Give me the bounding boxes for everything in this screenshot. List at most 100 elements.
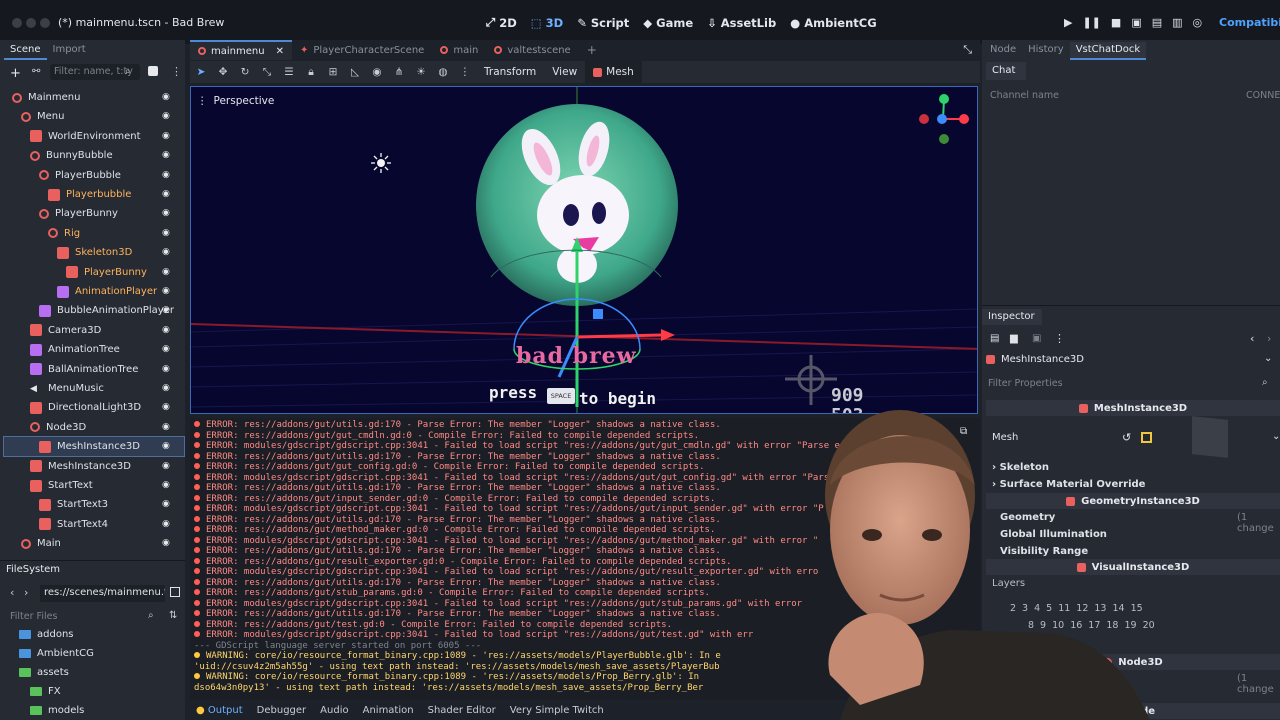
open-folder-icon[interactable]: ▆ [1010,333,1018,344]
forward-icon[interactable]: › [24,586,28,599]
tab-output[interactable]: ● Output [196,705,243,716]
file-item[interactable]: addons [0,625,185,644]
tree-node[interactable]: MeshInstance3D ◉ [4,457,184,476]
tree-node[interactable]: PlayerBunny ◉ [4,204,184,223]
file-item[interactable]: models [0,701,185,720]
tab-mainmenu[interactable]: mainmenu ✕ [190,40,292,60]
tree-node[interactable]: Rig ◉ [4,224,184,243]
visibility-eye-icon[interactable]: ◉ [162,364,172,374]
visibility-eye-icon[interactable]: ◉ [162,441,172,451]
movie-maker-icon[interactable]: ◎ [1193,16,1203,29]
visibility-eye-icon[interactable]: ◉ [162,228,172,238]
visibility-eye-icon[interactable]: ◉ [162,92,172,102]
lock-icon[interactable]: 🔒︎ [300,66,322,79]
tree-node[interactable]: DirectionalLight3D ◉ [4,398,184,417]
nav-ambientcg[interactable]: ● AmbientCG [790,15,876,30]
tree-node[interactable]: Main ◉ [4,534,184,553]
visibility-eye-icon[interactable]: ◉ [162,247,172,257]
tree-node[interactable]: PlayerBunny ◉ [4,263,184,282]
tree-node[interactable]: StartText ◉ [4,476,184,495]
rotate-tool-icon[interactable]: ↻ [234,66,256,78]
tree-node[interactable]: PlayerBubble ◉ [4,166,184,185]
split-view-icon[interactable] [170,587,180,597]
tree-node[interactable]: BubbleAnimationPlayer ◉ [4,301,184,320]
filter-files-input[interactable]: Filter Files [10,611,57,622]
tree-node[interactable]: Camera3D ◉ [4,321,184,340]
back-icon[interactable]: ‹ [10,586,14,599]
tab-inspector[interactable]: Inspector [982,309,1042,325]
sun-preview-icon[interactable]: ☀ [410,66,432,78]
play-scene-icon[interactable]: ▤ [1152,16,1162,29]
sort-icon[interactable]: ⇅ [169,610,177,621]
close-icon[interactable]: ✕ [276,46,284,57]
visibility-eye-icon[interactable]: ◉ [162,402,172,412]
tab-very-simple-twitch[interactable]: Very Simple Twitch [510,705,604,716]
filter-properties-input[interactable]: Filter Properties [988,378,1063,389]
nav-game[interactable]: ◆ Game [643,15,693,30]
tab-history[interactable]: History [1022,42,1070,60]
tree-node[interactable]: Playerbubble ◉ [4,185,184,204]
maximize-window-button[interactable] [40,18,50,28]
tab-chat[interactable]: Chat [986,62,1026,80]
visibility-eye-icon[interactable]: ◉ [162,480,172,490]
transform-menu[interactable]: Transform [476,66,544,78]
nav-2d[interactable]: ⤢ 2D [486,15,517,30]
visibility-eye-icon[interactable]: ◉ [162,189,172,199]
tree-node[interactable]: AnimationTree ◉ [4,340,184,359]
tab-import[interactable]: Import [47,42,92,60]
viewport-3d[interactable]: ⋮ Perspective bad brew press SPACE to beg… [190,86,978,414]
visibility-eye-icon[interactable]: ◉ [162,461,172,471]
history-back-icon[interactable]: ‹ [1250,332,1254,345]
tab-main[interactable]: main [432,40,486,60]
nav-assetlib[interactable]: ⇩ AssetLib [707,15,776,30]
scale-tool-icon[interactable]: ⤡ [256,66,278,79]
environment-preview-icon[interactable]: ◍ [432,66,454,78]
tab-playercharacterscene[interactable]: ✦ PlayerCharacterScene [292,40,432,60]
visibility-eye-icon[interactable]: ◉ [162,305,172,315]
visibility-eye-icon[interactable]: ◉ [162,499,172,509]
visibility-eye-icon[interactable]: ◉ [162,422,172,432]
nav-3d[interactable]: ⬚ 3D [531,15,563,30]
minimize-window-button[interactable] [26,18,36,28]
tree-node[interactable]: WorldEnvironment ◉ [4,127,184,146]
tab-vstchatdock[interactable]: VstChatDock [1069,42,1147,60]
play-icon[interactable]: ▶ [1064,16,1072,29]
visibility-eye-icon[interactable]: ◉ [162,267,172,277]
visibility-eye-icon[interactable]: ◉ [162,286,172,296]
view-menu[interactable]: View [544,66,585,78]
history-forward-icon[interactable]: › [1267,332,1271,345]
select-tool-icon[interactable]: ➤ [190,66,212,78]
visibility-eye-icon[interactable]: ◉ [162,131,172,141]
channel-name-input[interactable]: Channel name [990,90,1059,101]
gizmo-x-axis[interactable] [576,333,662,339]
tree-node[interactable]: StartText4 ◉ [4,515,184,534]
tab-animation[interactable]: Animation [363,705,414,716]
nav-script[interactable]: ✎ Script [577,15,629,30]
file-item[interactable]: assets [0,663,185,682]
tab-valtestscene[interactable]: valtestscene [486,40,578,60]
visibility-eye-icon[interactable]: ◉ [162,150,172,160]
tree-node[interactable]: Skeleton3D ◉ [4,243,184,262]
new-resource-icon[interactable]: ▤ [990,333,999,344]
visibility-eye-icon[interactable]: ◉ [162,208,172,218]
inspected-object[interactable]: MeshInstance3D [986,354,1084,365]
list-select-icon[interactable]: ☰ [278,66,300,78]
close-window-button[interactable] [12,18,22,28]
tab-debugger[interactable]: Debugger [257,705,307,716]
tree-node[interactable]: BallAnimationTree ◉ [4,360,184,379]
visibility-eye-icon[interactable]: ◉ [162,170,172,180]
connect-button[interactable]: CONNE [1246,90,1280,101]
file-item[interactable]: AmbientCG [0,644,185,663]
ruler-icon[interactable]: ◺ [344,66,366,78]
play-custom-icon[interactable]: ▥ [1172,16,1182,29]
tab-shader-editor[interactable]: Shader Editor [428,705,496,716]
tab-scene[interactable]: Scene [4,42,47,60]
instance-scene-icon[interactable] [148,66,158,76]
tree-node[interactable]: Menu ◉ [4,107,184,126]
distraction-free-icon[interactable]: ⤡ [963,40,980,60]
light-gizmo-icon[interactable] [371,153,391,173]
orientation-gizmo[interactable] [919,94,969,144]
add-node-icon[interactable]: + [10,66,21,81]
menu-icon[interactable]: ⋮ [1054,332,1065,345]
tree-node[interactable]: AnimationPlayer ◉ [4,282,184,301]
